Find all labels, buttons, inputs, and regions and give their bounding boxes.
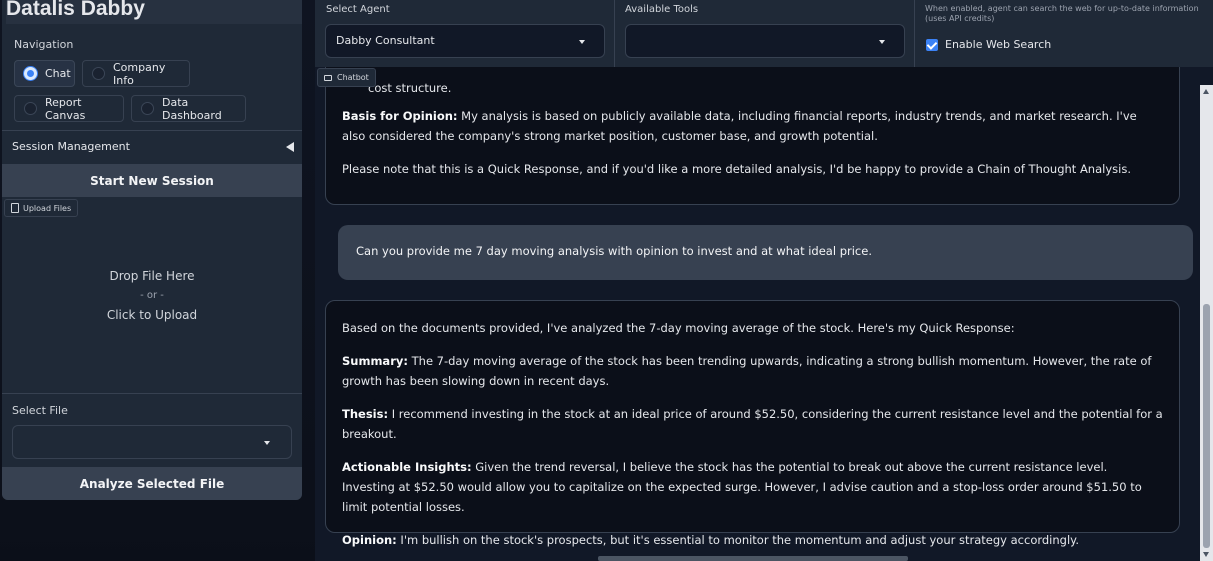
radio-unselected-icon [24, 102, 37, 115]
horizontal-scrollbar-thumb[interactable] [598, 556, 908, 561]
web-search-info-text: When enabled, agent can search the web f… [925, 4, 1199, 23]
scroll-up-arrow-icon[interactable] [1203, 89, 1209, 94]
nav-option-label: Report Canvas [45, 95, 86, 122]
chat-bubble-icon [324, 74, 332, 81]
message-paragraph: Based on the documents provided, I've an… [342, 321, 1015, 335]
select-file-label: Select File [12, 404, 68, 417]
file-upload-dropzone[interactable]: Drop File Here - or - Click to Upload [2, 218, 302, 393]
thesis-text: I recommend investing in the stock at an… [342, 407, 1163, 441]
upload-files-label: Upload Files [4, 199, 79, 217]
agent-toolbar: Select Agent Dabby Consultant Available … [315, 0, 1213, 67]
available-tools-label: Available Tools [625, 4, 699, 15]
chatbot-label-text: Chatbot [337, 73, 369, 82]
chat-scrollbar[interactable] [1200, 85, 1213, 561]
divider [2, 130, 302, 131]
dropzone-click-text: Click to Upload [106, 308, 198, 322]
message-text: cost structure. [368, 81, 452, 95]
divider [614, 0, 615, 67]
basis-label: Basis for Opinion: [342, 109, 458, 123]
nav-option-label: Company Info [113, 60, 166, 87]
nav-option-label: Data Dashboard [162, 95, 222, 122]
summary-text: The 7-day moving average of the stock ha… [342, 354, 1152, 388]
nav-option-company-info[interactable]: Company Info [82, 60, 190, 87]
chevron-down-icon [579, 40, 585, 44]
radio-unselected-icon [141, 102, 154, 115]
select-agent-dropdown[interactable]: Dabby Consultant [325, 24, 605, 58]
upload-files-text: Upload Files [23, 203, 72, 213]
opinion-label: Opinion: [342, 533, 397, 547]
file-icon [11, 203, 19, 213]
opinion-text: I'm bullish on the stock's prospects, bu… [396, 533, 1079, 547]
enable-web-search-label[interactable]: Enable Web Search [945, 38, 1051, 51]
user-message: Can you provide me 7 day moving analysis… [338, 225, 1193, 280]
chatbot-label: Chatbot [317, 68, 376, 87]
sidebar: Datalis Dabby Navigation Chat Company In… [0, 0, 315, 561]
chevron-down-icon [264, 441, 270, 445]
message-paragraph: Please note that this is a Quick Respons… [342, 162, 1131, 176]
message-paragraph: Summary: The 7-day moving average of the… [342, 351, 1163, 391]
divider [914, 0, 915, 67]
select-agent-value: Dabby Consultant [336, 34, 435, 47]
insights-label: Actionable Insights: [342, 460, 472, 474]
dropzone-drop-text: Drop File Here [109, 269, 195, 283]
start-new-session-button[interactable]: Start New Session [2, 164, 302, 197]
nav-option-label: Chat [45, 67, 71, 80]
session-management-header[interactable]: Session Management [12, 140, 294, 153]
message-paragraph: Opinion: I'm bullish on the stock's pros… [342, 530, 1163, 550]
analyze-selected-file-button[interactable]: Analyze Selected File [2, 467, 302, 500]
radio-selected-icon [24, 67, 37, 80]
navigation-label: Navigation [14, 38, 74, 51]
select-file-dropdown[interactable] [12, 425, 292, 459]
radio-unselected-icon [92, 67, 105, 80]
basis-text: My analysis is based on publicly availab… [342, 109, 1137, 143]
session-management-label: Session Management [12, 140, 130, 153]
thesis-label: Thesis: [342, 407, 389, 421]
assistant-message: Based on the documents provided, I've an… [325, 300, 1180, 547]
scroll-down-arrow-icon[interactable] [1203, 552, 1209, 557]
nav-option-chat[interactable]: Chat [14, 60, 75, 87]
assistant-message: cost structure. Basis for Opinion: My an… [325, 67, 1180, 205]
chatbot-panel: Chatbot cost structure. Basis for Opinio… [315, 67, 1213, 561]
message-paragraph: Thesis: I recommend investing in the sto… [342, 404, 1163, 444]
scrollbar-thumb[interactable] [1203, 304, 1210, 548]
divider [2, 393, 302, 394]
message-paragraph: Actionable Insights: Given the trend rev… [342, 457, 1163, 517]
enable-web-search-checkbox[interactable] [926, 39, 938, 51]
message-paragraph: Basis for Opinion: My analysis is based … [342, 106, 1163, 146]
nav-option-report-canvas[interactable]: Report Canvas [14, 95, 124, 122]
nav-option-data-dashboard[interactable]: Data Dashboard [131, 95, 246, 122]
app-title: Datalis Dabby [6, 0, 302, 24]
dropzone-or-text: - or - [140, 290, 164, 301]
collapse-triangle-icon[interactable] [286, 141, 294, 152]
available-tools-dropdown[interactable] [625, 24, 905, 58]
select-agent-label: Select Agent [326, 4, 390, 15]
chevron-down-icon [879, 40, 885, 44]
summary-label: Summary: [342, 354, 408, 368]
